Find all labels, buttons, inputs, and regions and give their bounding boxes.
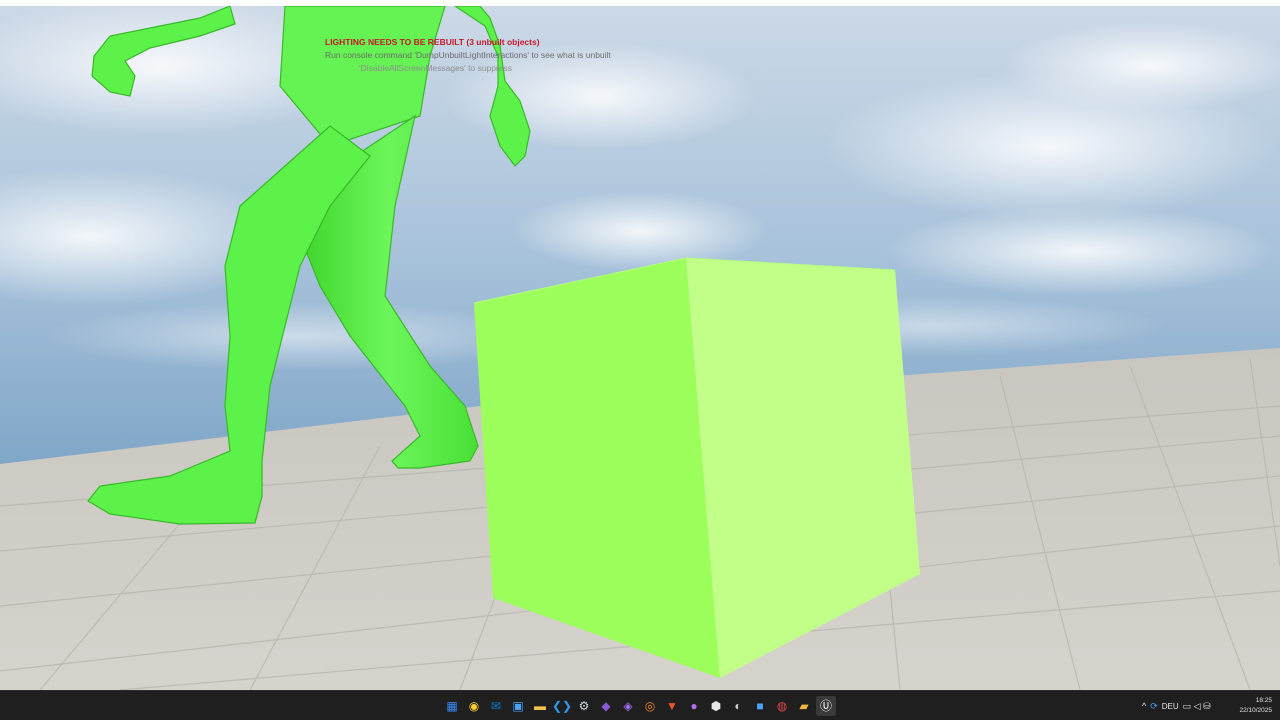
brave-icon[interactable]: ▼ <box>662 696 682 716</box>
record-icon[interactable]: ◍ <box>772 696 792 716</box>
screen-messages: LIGHTING NEEDS TO BE REBUILT (3 unbuilt … <box>325 36 611 75</box>
suppress-hint: 'DisableAllScreenMessages' to suppress <box>359 63 513 73</box>
photoshop-icon[interactable]: ■ <box>750 696 770 716</box>
system-tray: ^ ⟳ DEU ▭ ◁ ⛁ <box>1142 697 1211 715</box>
lighting-rebuild-warning: LIGHTING NEEDS TO BE REBUILT (3 unbuilt … <box>325 37 540 47</box>
photos-icon[interactable]: ▣ <box>508 696 528 716</box>
console-command-hint: Run console command 'DumpUnbuiltLightInt… <box>325 50 611 60</box>
clock-time: 18:25 <box>1255 697 1272 704</box>
visual-studio-purple-icon[interactable]: ◈ <box>618 696 638 716</box>
obs-icon[interactable]: ◐ <box>728 696 748 716</box>
steam-icon[interactable]: ⚙ <box>574 696 594 716</box>
blender-icon[interactable]: ◎ <box>640 696 660 716</box>
taskbar-clock[interactable]: 18:25 22/10/2025 <box>1239 696 1272 716</box>
outlook-icon[interactable]: ✉ <box>486 696 506 716</box>
sync-icon[interactable]: ⟳ <box>1150 701 1158 712</box>
file-explorer-icon[interactable]: ▬ <box>530 696 550 716</box>
language-indicator[interactable]: DEU <box>1162 702 1179 711</box>
taskbar-apps: ▦ ◉ ✉ ▣ ▬ ❮❯ ⚙ ◆ ◈ ◎ ▼ ● ⬢ ◐ ■ ◍ ▰ Ⓤ <box>442 696 836 716</box>
windows-taskbar: ▦ ◉ ✉ ▣ ▬ ❮❯ ⚙ ◆ ◈ ◎ ▼ ● ⬢ ◐ ■ ◍ ▰ Ⓤ ^ ⟳ DEU ▭ ◁ ⛁ 18:25 … <box>0 690 1280 720</box>
game-viewport[interactable]: LIGHTING NEEDS TO BE REBUILT (3 unbuilt … <box>0 6 1280 690</box>
tool-icon[interactable]: ⬢ <box>706 696 726 716</box>
vscode-icon[interactable]: ❮❯ <box>552 696 572 716</box>
network-volume-battery-icon[interactable]: ▭ ◁ ⛁ <box>1183 701 1211 712</box>
clock-date: 22/10/2025 <box>1239 707 1272 714</box>
windows-start-icon[interactable]: ▦ <box>442 696 462 716</box>
chrome-icon[interactable]: ◉ <box>464 696 484 716</box>
scene-render <box>0 6 1280 690</box>
unreal-engine-icon[interactable]: Ⓤ <box>816 696 836 716</box>
archive-icon[interactable]: ▰ <box>794 696 814 716</box>
app-purple-icon[interactable]: ● <box>684 696 704 716</box>
tray-overflow-chevron-icon[interactable]: ^ <box>1142 701 1146 711</box>
visual-studio-icon[interactable]: ◆ <box>596 696 616 716</box>
